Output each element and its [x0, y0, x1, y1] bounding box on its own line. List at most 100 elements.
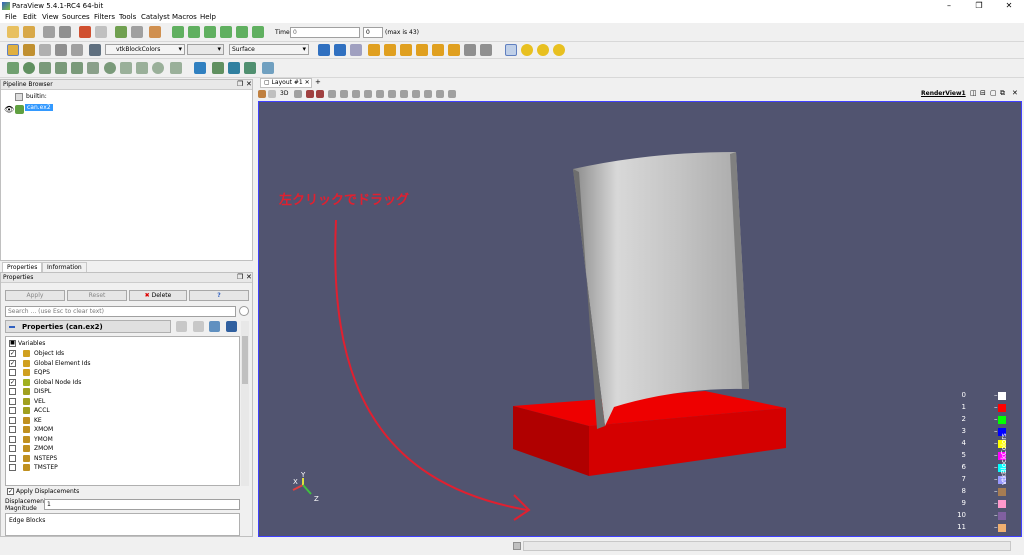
- slice-icon[interactable]: [55, 62, 67, 74]
- variable-checkbox[interactable]: [9, 445, 16, 452]
- variable-checkbox[interactable]: [9, 435, 16, 443]
- variable-row[interactable]: ACCL: [6, 406, 241, 415]
- select-blocks-icon[interactable]: [364, 90, 372, 98]
- variable-checkbox[interactable]: [9, 454, 16, 462]
- properties-search-input[interactable]: Search ... (use Esc to clear text): [5, 306, 236, 317]
- help-button[interactable]: ?: [189, 290, 249, 301]
- restore-view-icon[interactable]: ⧉: [1000, 89, 1005, 98]
- time-value-field[interactable]: 0: [290, 27, 360, 38]
- reset-camera-icon[interactable]: [318, 44, 330, 56]
- menu-tools[interactable]: Tools: [119, 13, 136, 21]
- zoom-to-box-icon[interactable]: [350, 44, 362, 56]
- properties-scrollbar[interactable]: [241, 321, 249, 486]
- plot-selection-icon[interactable]: [262, 62, 274, 74]
- trash-icon[interactable]: [448, 90, 456, 98]
- variable-row[interactable]: ✓ Object Ids: [6, 349, 241, 358]
- view-plus-x-icon[interactable]: [368, 44, 380, 56]
- previous-frame-icon[interactable]: [188, 26, 200, 38]
- color-array-combo[interactable]: vtkBlockColors: [105, 44, 185, 55]
- camera-icon[interactable]: [258, 90, 266, 98]
- disconnect-icon[interactable]: [59, 26, 71, 38]
- edit-color-map-icon[interactable]: [23, 44, 35, 56]
- add-layout-button[interactable]: +: [315, 78, 321, 86]
- menu-sources[interactable]: Sources: [62, 13, 90, 21]
- maximize-view-icon[interactable]: ▢: [990, 89, 997, 97]
- calculator-icon[interactable]: [7, 62, 19, 74]
- zoom-to-data-icon[interactable]: [334, 44, 346, 56]
- displacement-magnitude-input[interactable]: 1: [44, 499, 240, 510]
- properties-close-icon[interactable]: ✕: [246, 273, 252, 281]
- render-view-name[interactable]: RenderView1: [921, 90, 966, 97]
- probe-icon[interactable]: [228, 62, 240, 74]
- menu-catalyst[interactable]: Catalyst: [141, 13, 170, 21]
- play-icon[interactable]: [204, 26, 216, 38]
- variable-checkbox[interactable]: [9, 464, 16, 471]
- interactive-select-icon[interactable]: [376, 90, 384, 98]
- select-cells-through-icon[interactable]: [328, 90, 336, 98]
- variable-row[interactable]: TMSTEP: [6, 463, 241, 472]
- variable-checkbox[interactable]: [9, 426, 16, 433]
- spreadsheet-icon[interactable]: [212, 62, 224, 74]
- variable-row[interactable]: ZMOM: [6, 444, 241, 453]
- view-plus-z-icon[interactable]: [432, 44, 444, 56]
- eye-icon[interactable]: 👁: [4, 105, 14, 114]
- tab-layout-1[interactable]: ▢ Layout #1 ✕: [260, 78, 312, 88]
- extract-subset-icon[interactable]: [87, 62, 99, 74]
- variable-checkbox[interactable]: [9, 397, 16, 405]
- rescale-custom-icon[interactable]: [55, 44, 67, 56]
- advanced-gear-icon[interactable]: [239, 306, 249, 316]
- variable-checkbox[interactable]: ✓: [9, 378, 16, 386]
- pipeline-item-builtin[interactable]: builtin:: [26, 93, 47, 100]
- extract-level-icon[interactable]: [170, 62, 182, 74]
- menu-filters[interactable]: Filters: [94, 13, 115, 21]
- variable-checkbox[interactable]: [9, 416, 16, 424]
- variables-select-all-checkbox[interactable]: ■: [9, 340, 16, 347]
- select-cells-on-icon[interactable]: [306, 90, 314, 98]
- rotate-plus-90-icon[interactable]: [464, 44, 476, 56]
- collapse-icon[interactable]: [9, 326, 15, 328]
- view-minus-x-icon[interactable]: [384, 44, 396, 56]
- paste-properties-icon[interactable]: [193, 321, 204, 332]
- progress-abort-icon[interactable]: [513, 542, 521, 550]
- component-combo[interactable]: [187, 44, 224, 55]
- variable-checkbox[interactable]: [9, 369, 16, 376]
- last-frame-icon[interactable]: [236, 26, 248, 38]
- view-mode-3d-button[interactable]: 3D: [280, 90, 288, 97]
- variable-row[interactable]: ✓ Global Element Ids: [6, 359, 241, 368]
- view-minus-y-icon[interactable]: [416, 44, 428, 56]
- undo-icon[interactable]: [79, 26, 91, 38]
- rescale-range-icon[interactable]: [39, 44, 51, 56]
- restore-defaults-icon[interactable]: [209, 321, 220, 332]
- variable-checkbox[interactable]: [9, 388, 16, 395]
- variable-row[interactable]: NSTEPS: [6, 454, 241, 463]
- menu-file[interactable]: File: [5, 13, 17, 21]
- split-vertical-icon[interactable]: ⊟: [980, 89, 986, 97]
- layout-close-icon[interactable]: ✕: [305, 79, 310, 86]
- next-frame-icon[interactable]: [220, 26, 232, 38]
- group-datasets-icon[interactable]: [152, 62, 164, 74]
- palette-icon[interactable]: [149, 26, 161, 38]
- variable-checkbox[interactable]: ✓: [9, 350, 16, 357]
- maximize-button[interactable]: ❐: [964, 0, 994, 12]
- camera-undo-icon[interactable]: [115, 26, 127, 38]
- close-view-icon[interactable]: ✕: [1012, 89, 1018, 97]
- variable-row[interactable]: VEL: [6, 397, 241, 406]
- find-data-icon[interactable]: [194, 62, 206, 74]
- variable-row[interactable]: YMOM: [6, 435, 241, 444]
- view-minus-z-icon[interactable]: [448, 44, 460, 56]
- redo-icon[interactable]: [95, 26, 107, 38]
- menu-edit[interactable]: Edit: [23, 13, 37, 21]
- properties-undock-icon[interactable]: ❐: [237, 273, 243, 281]
- menu-macros[interactable]: Macros: [172, 13, 197, 21]
- tab-information[interactable]: Information: [42, 262, 87, 272]
- menu-help[interactable]: Help: [200, 13, 216, 21]
- select-points-on-icon[interactable]: [316, 90, 324, 98]
- apply-button[interactable]: Apply: [5, 290, 65, 301]
- time-index-spinbox[interactable]: 0: [363, 27, 383, 38]
- minimize-button[interactable]: –: [934, 0, 964, 12]
- save-icon[interactable]: [23, 26, 35, 38]
- glyph-icon[interactable]: [104, 62, 116, 74]
- close-button[interactable]: ✕: [994, 0, 1024, 12]
- threshold-icon[interactable]: [71, 62, 83, 74]
- reset-button[interactable]: Reset: [67, 290, 127, 301]
